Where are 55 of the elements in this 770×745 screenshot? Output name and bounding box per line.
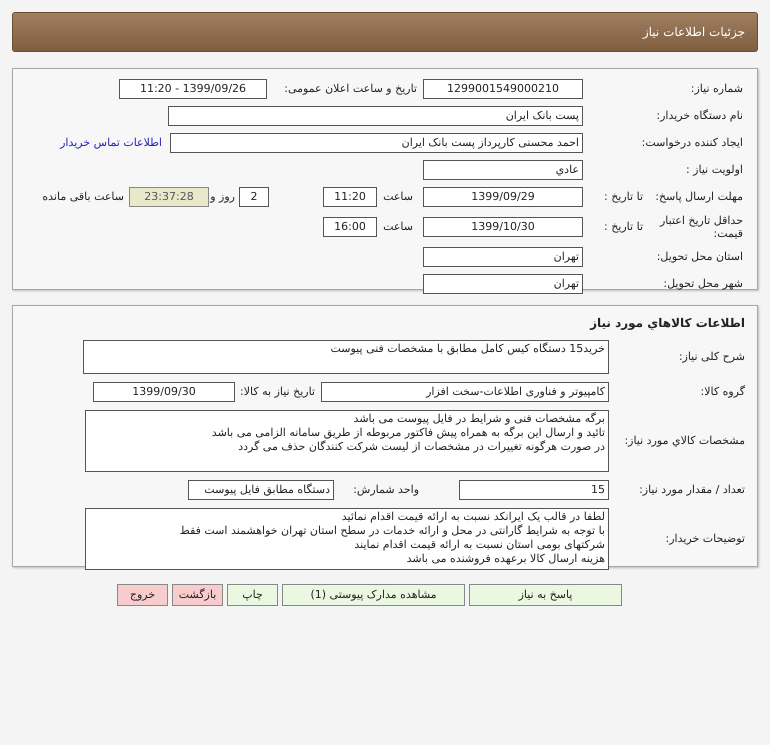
action-button[interactable]: پاسخ به نیاز (469, 584, 622, 606)
field-value: احمد محسنی کارپرداز پست بانک ایران (170, 133, 583, 153)
field-label: شماره نیاز: (690, 80, 743, 97)
action-button[interactable]: خروج (117, 584, 168, 606)
header-title: جزئیات اطلاعات نیاز (642, 24, 745, 41)
text-line: برگه مشخصات فنی و شرایط در فایل پیوست می باشد (352, 412, 605, 426)
field-label: ایجاد کننده درخواست: (640, 134, 743, 151)
field-value: 2 (239, 187, 269, 207)
field-label: ساعت (382, 218, 413, 235)
field-value: کامپیوتر و فناوری اطلاعات-سخت افزار (321, 382, 609, 402)
text-line: هزینه ارسال کالا برعهده فروشنده می باشد (406, 552, 605, 566)
field-value: عادي (423, 160, 583, 180)
field-label: توضیحات خریدار: (664, 530, 745, 547)
field-label: تاریخ و ساعت اعلان عمومی: (283, 80, 417, 97)
action-button[interactable]: مشاهده مدارک پیوستی (1) (282, 584, 465, 606)
field-value: تهران (423, 274, 583, 294)
field-label: تا تاریخ : (603, 188, 643, 205)
field-label: ساعت (382, 188, 413, 205)
field-value: پست بانک ایران (168, 106, 583, 126)
field-label: شهر محل تحویل: (662, 276, 743, 292)
field-value: 1399/09/30 (93, 382, 235, 402)
field-label: تاریخ نیاز به کالا: (239, 384, 315, 400)
text-line: شرکتهای بومی استان نسبت به ارائه قیمت اقدام نمایند (353, 538, 605, 552)
field-label: اولویت نیاز : (684, 162, 743, 178)
field-label: استان محل تحویل: (656, 248, 743, 265)
field-label: روز و (209, 188, 235, 205)
field-label: تعداد / مقدار مورد نیاز: (638, 482, 745, 498)
field-value: 1399/09/26 - 11:20 (119, 79, 267, 99)
action-button[interactable]: چاپ (227, 584, 278, 606)
remaining-time: 23:37:28 (129, 187, 209, 207)
section-title: اطلاعات کالاهاي مورد نیاز (590, 315, 745, 332)
field-label: شرح کلی نیاز: (678, 348, 745, 365)
field-label: واحد شمارش: (352, 482, 419, 498)
field-value: خرید15 دستگاه کیس کامل مطابق با مشخصات فنی پیوست (83, 340, 609, 374)
field-value: 11:20 (323, 187, 377, 207)
action-button[interactable]: بازگشت (172, 584, 223, 606)
field-value: 16:00 (323, 217, 377, 237)
text-line: با توجه به شرایط گارانتی در محل و ارائه خدمات در سطح استان تهران خواهشمند است فقط (178, 524, 605, 538)
field-label: ساعت باقی مانده (42, 188, 124, 205)
text-line: در صورت هرگونه تغییرات در مشخصات از لیست شرکت کنندگان حذف می گردد (237, 440, 605, 454)
field-value: 1299001549000210 (423, 79, 583, 99)
field-value: دستگاه مطابق فایل پیوست (188, 480, 334, 500)
field-label: حداقل تاریخ اعتبار قیمت: (658, 214, 743, 240)
field-value: 1399/09/29 (423, 187, 583, 207)
field-value: 15 (459, 480, 609, 500)
field-label: تا تاریخ : (603, 218, 643, 235)
text-line: لطفا در قالب یک ایرانکد نسبت به ارائه قیمت اقدام نمائید (340, 510, 605, 524)
field-value: 1399/10/30 (423, 217, 583, 237)
field-label: گروه کالا: (700, 384, 745, 400)
text-line: تائید و ارسال این برگه به همراه پیش فاکتور مربوطه از طریق سامانه الزامی می باشد (210, 426, 605, 440)
field-label: مهلت ارسال پاسخ: (654, 188, 743, 205)
field-label: مشخصات کالاي مورد نیاز: (623, 432, 745, 449)
field-value: تهران (423, 247, 583, 267)
field-label: نام دستگاه خریدار: (655, 108, 743, 124)
buyer-contact-link[interactable]: اطلاعات تماس خریدار (60, 134, 162, 152)
